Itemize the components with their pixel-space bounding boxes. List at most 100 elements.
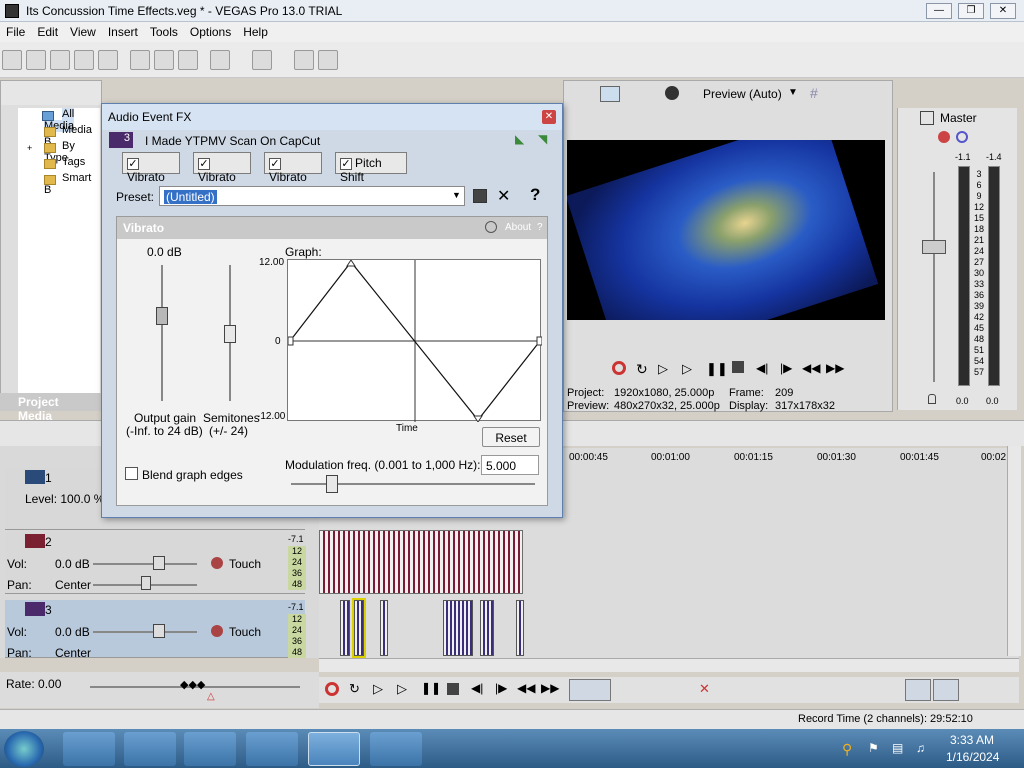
rate-thumb-icon[interactable]: ◆◆◆: [180, 678, 205, 691]
internet-explorer-icon[interactable]: [63, 732, 115, 766]
plugin-chain-icon[interactable]: ◣: [515, 132, 531, 146]
copy-icon[interactable]: [154, 50, 174, 70]
graph-node[interactable]: [536, 336, 543, 346]
audio-clip[interactable]: [380, 600, 388, 656]
tab-pitch-shift[interactable]: ✓ Pitch Shift: [335, 152, 407, 184]
loop-icon[interactable]: ↻: [349, 681, 360, 697]
tab-vibrato-2[interactable]: ✓Vibrato: [193, 152, 251, 184]
stop-icon[interactable]: [447, 683, 459, 695]
stop-icon[interactable]: [732, 361, 744, 373]
go-to-end-icon[interactable]: |▶: [495, 681, 507, 695]
checkbox-checked-icon[interactable]: ✓: [127, 157, 139, 170]
go-to-start-icon[interactable]: ◀|: [471, 681, 483, 695]
tree-item-smart-bins[interactable]: Smart B: [18, 172, 100, 196]
modulation-freq-thumb[interactable]: [326, 475, 339, 493]
pause-icon[interactable]: ❚❚: [421, 681, 441, 695]
redo-icon[interactable]: [252, 50, 272, 70]
delete-preset-icon[interactable]: ✕: [497, 186, 510, 206]
open-icon[interactable]: [26, 50, 46, 70]
track-2-header[interactable]: 2 Vol: 0.0 dB Pan: Center Touch -7.1 12 2…: [5, 532, 306, 594]
record-icon[interactable]: [612, 361, 626, 375]
play-from-start-icon[interactable]: ▷: [373, 681, 383, 697]
menu-file[interactable]: File: [0, 22, 31, 42]
save-as-icon[interactable]: [74, 50, 94, 70]
network-icon[interactable]: ▤: [892, 741, 908, 757]
preset-dropdown[interactable]: (Untitled) ▼: [159, 186, 465, 206]
audio-clip[interactable]: [340, 600, 350, 656]
menu-edit[interactable]: Edit: [31, 22, 64, 42]
vol-slider-thumb[interactable]: [153, 624, 165, 638]
checkbox-checked-icon[interactable]: ✓: [340, 157, 352, 170]
bypass-icon[interactable]: [485, 221, 497, 233]
menu-tools[interactable]: Tools: [144, 22, 184, 42]
vol-slider[interactable]: [93, 563, 197, 565]
chrome-icon[interactable]: [246, 732, 298, 766]
play-icon[interactable]: ▷: [682, 361, 692, 377]
prev-frame-icon[interactable]: ◀◀: [802, 361, 820, 375]
file-explorer-icon[interactable]: [124, 732, 176, 766]
modulation-freq-input[interactable]: 5.000: [481, 455, 539, 475]
play-icon[interactable]: ▷: [397, 681, 407, 697]
go-to-end-icon[interactable]: |▶: [780, 361, 792, 375]
lock-icon[interactable]: [928, 394, 936, 404]
clock-time[interactable]: 3:33 AM: [950, 733, 994, 747]
new-icon[interactable]: [2, 50, 22, 70]
next-frame-icon[interactable]: ▶▶: [826, 361, 844, 375]
about-link[interactable]: About: [505, 222, 531, 233]
vol-slider-thumb[interactable]: [153, 556, 165, 570]
action-center-icon[interactable]: ⚑: [868, 741, 884, 757]
automation-mode[interactable]: Touch: [229, 625, 261, 639]
menu-view[interactable]: View: [64, 22, 102, 42]
vegas-pro-icon[interactable]: [308, 732, 360, 766]
reset-button[interactable]: Reset: [482, 427, 540, 447]
properties-icon[interactable]: [294, 50, 314, 70]
automation-icon[interactable]: [211, 557, 223, 569]
checkbox-checked-icon[interactable]: ✓: [198, 157, 210, 170]
prev-frame-icon[interactable]: ◀◀: [517, 681, 535, 695]
checkbox-checked-icon[interactable]: ✓: [269, 157, 281, 170]
save-icon[interactable]: [50, 50, 70, 70]
chevron-down-icon[interactable]: ▼: [788, 87, 798, 98]
start-button[interactable]: [4, 731, 44, 767]
record-icon[interactable]: [325, 682, 339, 696]
search-icon[interactable]: ⚲: [842, 741, 858, 757]
output-gain-slider[interactable]: [161, 265, 163, 401]
audio-clip[interactable]: [516, 600, 524, 656]
tab-vibrato-1[interactable]: ✓Vibrato: [122, 152, 180, 184]
automation-icon[interactable]: [211, 625, 223, 637]
clock-date[interactable]: 1/16/2024: [946, 750, 999, 764]
cut-icon[interactable]: [130, 50, 150, 70]
track-3-header[interactable]: 3 Vol: 0.0 dB Pan: Center Touch -7.1 12 2…: [5, 600, 306, 660]
graph-node[interactable]: [287, 336, 294, 346]
audio-clip-selected[interactable]: [352, 598, 366, 658]
volume-icon[interactable]: ♫: [916, 741, 932, 757]
grid-icon[interactable]: #: [810, 86, 826, 100]
tab-vibrato-3[interactable]: ✓Vibrato: [264, 152, 322, 184]
media-player-icon[interactable]: [184, 732, 236, 766]
graph-node[interactable]: [346, 259, 356, 267]
loop-icon[interactable]: ↻: [636, 361, 648, 378]
audio-clip[interactable]: [319, 530, 523, 594]
project-media-tab[interactable]: Project Media: [0, 393, 102, 423]
dialog-close-button[interactable]: ✕: [542, 110, 556, 124]
vertical-scrollbar[interactable]: [1007, 446, 1021, 656]
save-preset-icon[interactable]: [473, 189, 487, 203]
auto-crossfade-button[interactable]: [933, 679, 959, 701]
timeline-scrollbar[interactable]: [319, 658, 1019, 672]
go-to-start-icon[interactable]: ◀|: [756, 361, 768, 375]
blend-graph-edges-checkbox[interactable]: [125, 467, 138, 480]
monitor-icon[interactable]: [600, 86, 620, 102]
menu-insert[interactable]: Insert: [102, 22, 144, 42]
minimize-button[interactable]: —: [926, 3, 952, 19]
snapping-button[interactable]: [905, 679, 931, 701]
menu-options[interactable]: Options: [184, 22, 237, 42]
fx-icon[interactable]: [938, 131, 950, 143]
remove-plugin-icon[interactable]: ◥: [538, 132, 554, 146]
preset-value[interactable]: (Untitled): [164, 190, 217, 204]
vibrato-graph[interactable]: [287, 259, 543, 423]
maximize-button[interactable]: ❐: [958, 3, 984, 19]
next-frame-icon[interactable]: ▶▶: [541, 681, 559, 695]
help-icon[interactable]: ?: [530, 185, 540, 205]
whats-this-icon[interactable]: [318, 50, 338, 70]
tree-item-all-media[interactable]: All Media: [18, 108, 100, 132]
